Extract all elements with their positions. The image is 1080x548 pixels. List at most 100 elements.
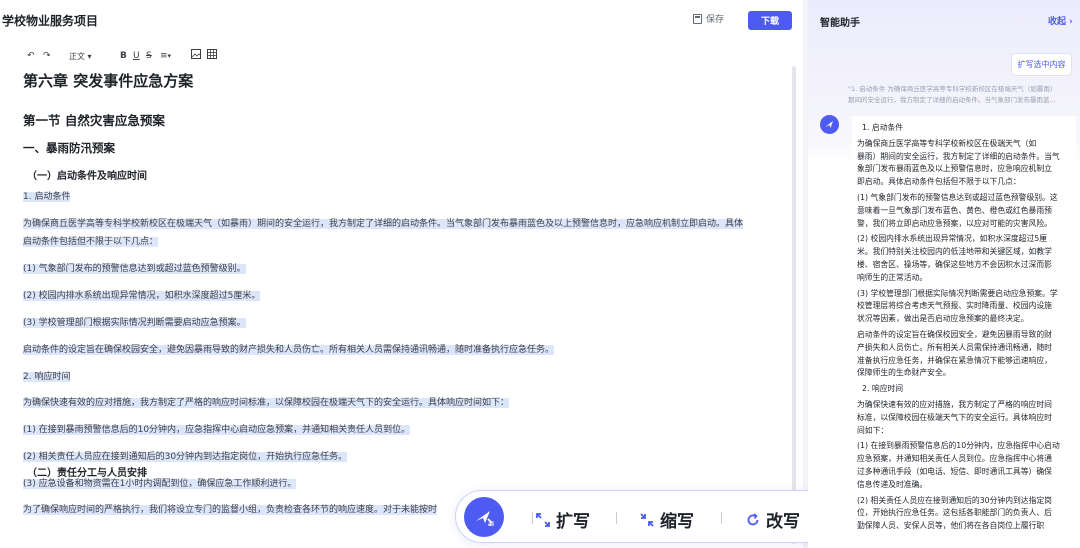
doc-paragraph: 1. 启动条件 (23, 186, 71, 208)
doc-paragraph: 为确保快速有效的应对措施，我方制定了严格的响应时间标准，以保障校园在极端天气下的… (23, 392, 510, 414)
answer-line: 楼、宿舍区、操场等，确保这些地方不会因积水过深而影 (857, 260, 1052, 269)
collapse-label: 收起 (1048, 17, 1067, 27)
answer-line: (3) 学校管理部门根据实际情况判断需要启动应急预案。学 (857, 288, 1058, 298)
answer-line: 应急预案，并通知相关责任人员到位。应急指挥中心将通 (857, 454, 1052, 464)
selected-text: 启动条件的设定旨在确保校园安全，避免因暴雨导致的财产损失和人员伤亡。所有相关人员… (23, 345, 555, 355)
expand-selected-button[interactable]: 扩写选中内容 (1011, 53, 1072, 76)
answer-line: 为确保快速有效的应对措施，我方制定了严格的响应时间 (857, 400, 1052, 409)
underline-button[interactable]: U (133, 50, 140, 62)
align-select[interactable]: ≡▾ (160, 50, 171, 62)
answer-line: (2) 相关责任人员应在接到通知后的30分钟内到达指定岗 (857, 495, 1052, 505)
selected-text: 为了确保响应时间的严格执行，我们将设立专门的监督小组，负责检查各环节的响应速度。… (23, 505, 438, 515)
paragraph-style-label: 正文 (69, 52, 85, 61)
shrink-button[interactable]: 缩写 (640, 507, 694, 532)
answer-line: 位，开始执行应急任务。这包括各职能部门的负责人、后 (857, 508, 1052, 518)
answer-line: 暴雨）期间的安全运行，我方制定了详细的启动条件。当气 (857, 151, 1060, 161)
expand-label: 扩写 (556, 512, 590, 532)
save-label: 保存 (706, 15, 725, 25)
expand-button[interactable]: 扩写 (536, 507, 590, 532)
answer-line: (1) 气象部门发布的预警信息达到或超过蓝色预警级别。这 (857, 193, 1058, 202)
answer-line: 状况等因素，做出是否启动应急预案的最终决定。 (857, 314, 1029, 324)
answer-line: 标准，以保障校园在极端天气下的安全运行。具体响应时 (857, 412, 1052, 422)
doc-paragraph: 2. 响应时间 (23, 366, 71, 388)
divider (616, 512, 617, 524)
shrink-label: 缩写 (660, 512, 694, 532)
doc-paragraph: (1) 在接到暴雨预警信息后的10分钟内，应急指挥中心启动应急预案，并通知相关责… (23, 419, 411, 441)
strikethrough-button[interactable]: S (146, 50, 152, 62)
answer-line: 为确保商丘医学高等专科学校新校区在极端天气（如 (857, 138, 1037, 148)
redo-icon[interactable]: ↷ (43, 50, 51, 62)
document-scrollbar[interactable] (792, 66, 796, 544)
answer-line: 启动条件的设定旨在确保校园安全，避免因暴雨导致的财 (857, 330, 1052, 339)
assistant-answer[interactable]: 1. 启动条件为确保商丘医学高等专科学校新校区在极端天气（如暴雨）期间的安全运行… (852, 116, 1076, 548)
answer-line: 信息传递及时准确。 (857, 479, 928, 489)
selected-text: 1. 启动条件 (23, 192, 71, 202)
selected-text: (1) 气象部门发布的预警信息达到或超过蓝色预警级别。 (23, 264, 246, 274)
doc-paragraph: 启动条件包括但不限于以下几点： (23, 231, 159, 253)
assistant-avatar (820, 115, 839, 134)
chevron-right-icon: › (1069, 17, 1073, 27)
section-heading: 第一节 自然灾害应急预案 (23, 113, 165, 128)
svg-text:ai: ai (488, 521, 494, 528)
collapse-button[interactable]: 收起 › (1048, 14, 1073, 27)
assistant-title: 智能助手 (820, 18, 860, 29)
item-heading: （一）启动条件及响应时间 (27, 171, 147, 182)
answer-line: 象部门发布暴雨蓝色及以上预警信息时，应急响应机制立 (857, 164, 1052, 174)
doc-paragraph: 为了确保响应时间的严格执行，我们将设立专门的监督小组，负责检查各环节的响应速度。… (23, 499, 438, 521)
shrink-arrows-icon (640, 512, 654, 527)
editor-topbar: 学校物业服务项目 保存 下载 (0, 0, 803, 40)
item-heading: （二）责任分工与人员安排 (27, 468, 147, 479)
selected-text: 为确保快速有效的应对措施，我方制定了严格的响应时间标准，以保障校园在极端天气下的… (23, 398, 510, 408)
undo-icon[interactable]: ↶ (27, 50, 35, 62)
expand-arrows-icon (536, 512, 550, 527)
selected-text: (3) 应急设备和物资需在1小时内调配到位，确保应急工作顺利进行。 (23, 479, 297, 489)
answer-line: 勤保障人员、安保人员等，他们将在各自岗位上履行职 (857, 521, 1045, 531)
ai-logo-icon[interactable]: ai (464, 497, 504, 537)
image-icon[interactable] (191, 49, 201, 63)
editor-pane: 学校物业服务项目 保存 下载 ↶ ↷ 正文 ▾ B U S ≡▾ 第六章 突发事… (0, 0, 803, 548)
answer-line: 意味着一旦气象部门发布蓝色、黄色、橙色或红色暴雨预 (857, 205, 1052, 215)
doc-paragraph: 启动条件的设定旨在确保校园安全，避免因暴雨导致的财产损失和人员伤亡。所有相关人员… (23, 339, 555, 361)
align-icon: ≡ (160, 51, 168, 61)
answer-line: 产损失和人员伤亡。所有相关人员需保持通讯畅通，随时 (857, 342, 1052, 352)
divider (532, 512, 533, 524)
refresh-icon (746, 512, 760, 527)
answer-line: (2) 校园内排水系统出现异常情况，如积水深度超过5厘 (857, 234, 1048, 244)
doc-paragraph: (2) 校园内排水系统出现异常情况，如积水深度超过5厘米。 (23, 285, 261, 307)
paragraph-style-select[interactable]: 正文 ▾ (69, 51, 92, 63)
divider (721, 512, 722, 524)
answer-line: 米。我们特别关注校园内的低洼地带和关键区域，如教学 (857, 247, 1052, 257)
rewrite-button[interactable]: 改写 (746, 507, 800, 532)
selected-text: (1) 在接到暴雨预警信息后的10分钟内，应急指挥中心启动应急预案，并通知相关责… (23, 425, 411, 435)
answer-line: 准备执行应急任务，并确保在紧急情况下能够迅速响应， (857, 355, 1052, 365)
selected-text: (2) 校园内排水系统出现异常情况，如积水深度超过5厘米。 (23, 291, 261, 301)
answer-line: 过多种通讯手段（如电话、短信、即时通讯工具等）确保 (857, 467, 1052, 476)
answer-line: 响师生的正常活动。 (857, 272, 928, 282)
answer-line: 2. 响应时间 (862, 384, 904, 394)
save-button[interactable]: 保存 (693, 12, 724, 25)
answer-line: 警，我们将立即启动应急预案，以应对可能的灾害风险。 (857, 218, 1052, 228)
selected-text: (3) 学校管理部门根据实际情况判断需要启动应急预案。 (23, 318, 246, 328)
answer-line: (1) 在接到暴雨预警信息后的10分钟内，应急指挥中心启动 (857, 441, 1060, 451)
answer-line: 保障师生的生命财产安全。 (857, 368, 951, 378)
answer-line: 即启动。具体启动条件包括但不限于以下几点： (857, 177, 1021, 187)
download-button[interactable]: 下载 (748, 11, 792, 30)
chapter-heading: 第六章 突发事件应急方案 (23, 72, 194, 90)
doc-paragraph: (3) 学校管理部门根据实际情况判断需要启动应急预案。 (23, 312, 246, 334)
doc-paragraph: (1) 气象部门发布的预警信息达到或超过蓝色预警级别。 (23, 258, 246, 280)
assistant-panel: 智能助手 收起 › 扩写选中内容 "1. 启动条件 为确保商丘医学高等专科学校新… (808, 0, 1080, 548)
selected-text: 启动条件包括但不限于以下几点： (23, 237, 159, 247)
quoted-selection: "1. 启动条件 为确保商丘医学高等专科学校新校区在极端天气（如暴雨） 期间的安… (848, 84, 1074, 106)
selected-text: (2) 相关责任人员应在接到通知后的30分钟内到达指定岗位，开始执行应急任务。 (23, 452, 348, 462)
chevron-down-icon: ▾ (167, 52, 172, 60)
selected-text: 为确保商丘医学高等专科学校新校区在极端天气（如暴雨）期间的安全运行，我方制定了详… (23, 219, 744, 229)
rewrite-label: 改写 (766, 512, 800, 532)
doc-title: 学校物业服务项目 (2, 14, 99, 28)
bold-button[interactable]: B (120, 50, 127, 62)
quote-line: "1. 启动条件 为确保商丘医学高等专科学校新校区在极端天气（如暴雨） (848, 85, 1057, 93)
answer-line: 1. 启动条件 (862, 123, 904, 132)
table-icon[interactable] (207, 49, 217, 63)
subsection-heading: 一、暴雨防汛预案 (23, 141, 115, 155)
selected-text: 2. 响应时间 (23, 372, 71, 382)
save-icon (693, 13, 702, 24)
